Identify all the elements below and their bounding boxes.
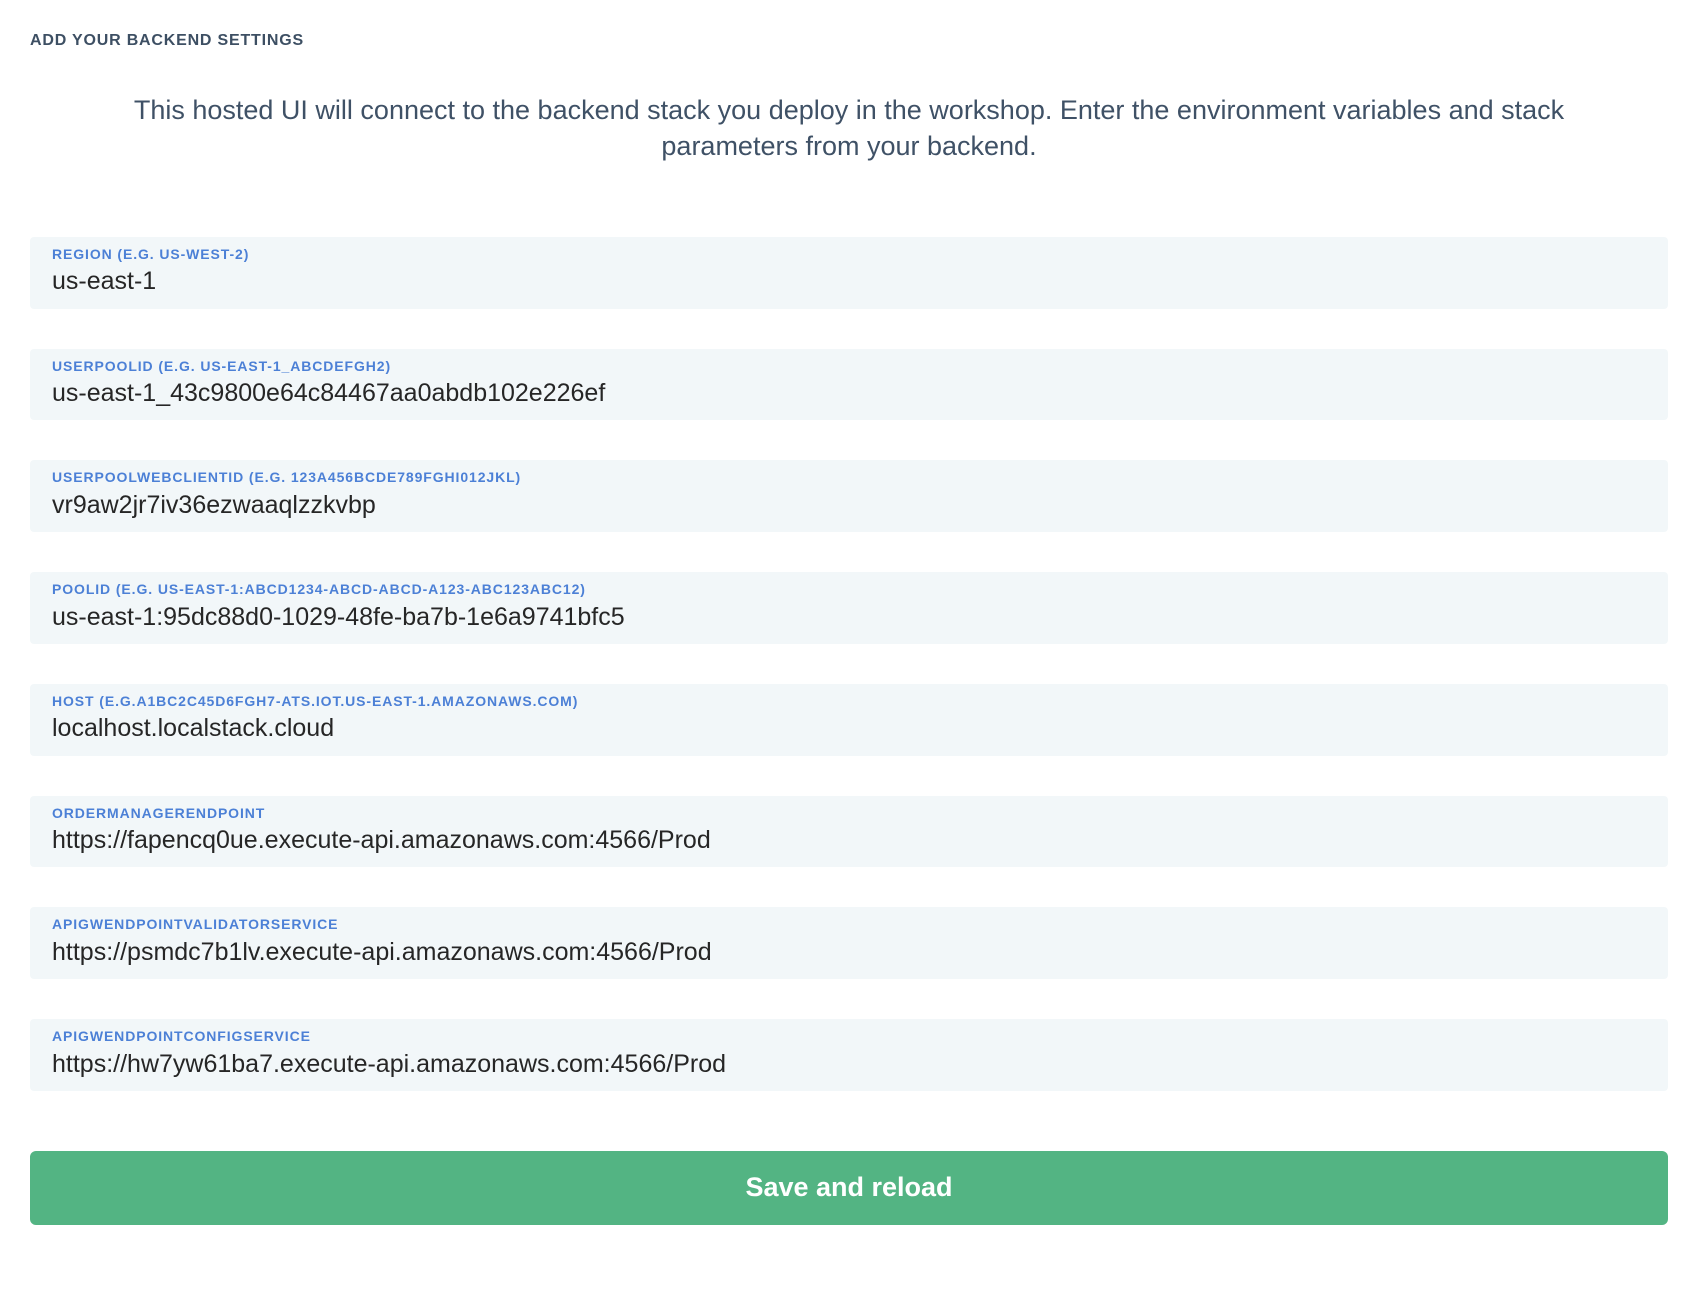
backend-settings-page: ADD YOUR BACKEND SETTINGS This hosted UI… xyxy=(0,0,1698,1304)
field-userpoolid: USERPOOLID (E.G. US-EAST-1_ABCDEFGH2) xyxy=(30,349,1668,421)
field-region-input[interactable] xyxy=(52,266,1646,297)
field-apigwendpointvalidatorservice: APIGWENDPOINTVALIDATORSERVICE xyxy=(30,907,1668,979)
field-host: HOST (E.G.A1BC2C45D6FGH7-ATS.IOT.US-EAST… xyxy=(30,684,1668,756)
save-and-reload-button[interactable]: Save and reload xyxy=(30,1151,1668,1225)
field-apigwendpointvalidatorservice-label: APIGWENDPOINTVALIDATORSERVICE xyxy=(52,916,1646,934)
field-apigwendpointconfigservice-input[interactable] xyxy=(52,1049,1646,1080)
field-region-label: REGION (E.G. US-WEST-2) xyxy=(52,246,1646,264)
field-userpoolwebclientid: USERPOOLWEBCLIENTID (E.G. 123A456BCDE789… xyxy=(30,460,1668,532)
field-host-input[interactable] xyxy=(52,713,1646,744)
field-userpoolid-input[interactable] xyxy=(52,378,1646,409)
field-poolid-label: POOLID (E.G. US-EAST-1:ABCD1234-ABCD-ABC… xyxy=(52,581,1646,599)
field-ordermanagerendpoint-label: ORDERMANAGERENDPOINT xyxy=(52,805,1646,823)
field-userpoolwebclientid-label: USERPOOLWEBCLIENTID (E.G. 123A456BCDE789… xyxy=(52,469,1646,487)
field-ordermanagerendpoint: ORDERMANAGERENDPOINT xyxy=(30,796,1668,868)
field-poolid-input[interactable] xyxy=(52,602,1646,633)
field-userpoolid-label: USERPOOLID (E.G. US-EAST-1_ABCDEFGH2) xyxy=(52,358,1646,376)
field-region: REGION (E.G. US-WEST-2) xyxy=(30,237,1668,309)
field-poolid: POOLID (E.G. US-EAST-1:ABCD1234-ABCD-ABC… xyxy=(30,572,1668,644)
field-userpoolwebclientid-input[interactable] xyxy=(52,490,1646,521)
settings-description: This hosted UI will connect to the backe… xyxy=(89,92,1609,165)
field-apigwendpointconfigservice: APIGWENDPOINTCONFIGSERVICE xyxy=(30,1019,1668,1091)
field-apigwendpointconfigservice-label: APIGWENDPOINTCONFIGSERVICE xyxy=(52,1028,1646,1046)
page-title: ADD YOUR BACKEND SETTINGS xyxy=(30,32,1668,50)
field-host-label: HOST (E.G.A1BC2C45D6FGH7-ATS.IOT.US-EAST… xyxy=(52,693,1646,711)
field-ordermanagerendpoint-input[interactable] xyxy=(52,825,1646,856)
field-apigwendpointvalidatorservice-input[interactable] xyxy=(52,937,1646,968)
settings-form: REGION (E.G. US-WEST-2) USERPOOLID (E.G.… xyxy=(30,237,1668,1091)
